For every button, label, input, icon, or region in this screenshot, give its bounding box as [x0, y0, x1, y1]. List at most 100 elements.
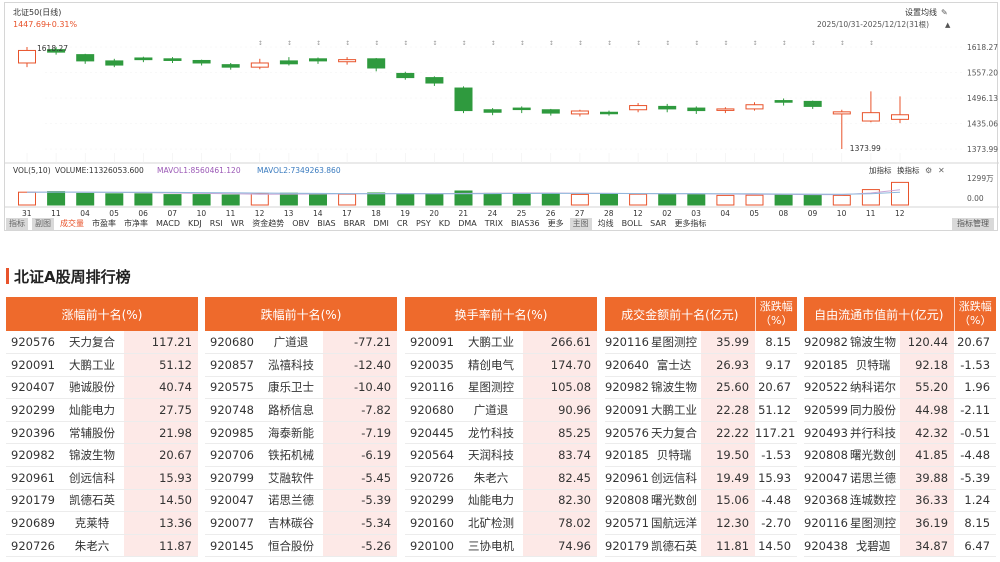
stock-name[interactable]: 贝特瑞 [846, 353, 900, 377]
stock-name[interactable]: 艾融软件 [259, 466, 323, 490]
switch-indicator-link[interactable]: 换指标 [897, 165, 920, 175]
stock-name[interactable]: 天力复合 [60, 331, 124, 355]
indicator-item[interactable]: 资金趋势 [248, 218, 288, 230]
collapse-icon[interactable]: ▲ [945, 21, 951, 29]
table-row[interactable]: 920689 克莱特 13.36 [6, 511, 199, 535]
stock-name[interactable]: 天力复合 [647, 421, 701, 445]
indicator-item[interactable]: BRAR [340, 218, 370, 230]
stock-name[interactable]: 恒合股份 [259, 534, 323, 558]
main-indicator-item[interactable]: SAR [646, 218, 670, 230]
indicator-manage-button[interactable]: 指标管理 [952, 218, 994, 230]
table-row[interactable]: 920961 创远信科 15.93 [6, 466, 199, 490]
table-row[interactable]: 920299 灿能电力 82.30 [405, 489, 598, 513]
stock-name[interactable]: 凯德石英 [60, 489, 124, 513]
table-row[interactable]: 920077 吉林碳谷 -5.34 [205, 511, 398, 535]
edit-icon[interactable]: ✎ [941, 8, 948, 17]
main-indicator-item[interactable]: 均线 [594, 218, 618, 230]
stock-name[interactable]: 康乐卫士 [259, 376, 323, 400]
table-row[interactable]: 920640 富士达 26.93 9.17 [605, 353, 798, 377]
table-row[interactable]: 920116 星图测控 35.99 8.15 [605, 331, 798, 355]
table-row[interactable]: 920100 三协电机 74.96 [405, 534, 598, 558]
stock-name[interactable]: 连城数控 [846, 489, 900, 513]
stock-name[interactable]: 曙光数创 [647, 489, 701, 513]
indicator-item[interactable]: PSY [412, 218, 435, 230]
table-row[interactable]: 920680 广道退 -77.21 [205, 331, 398, 355]
stock-name[interactable]: 星图测控 [647, 331, 701, 355]
stock-name[interactable]: 创远信科 [60, 466, 124, 490]
table-row[interactable]: 920571 国航远洋 12.30 -2.70 [605, 511, 798, 535]
table-row[interactable]: 920493 并行科技 42.32 -0.51 [804, 421, 997, 445]
indicator-item[interactable]: DMA [454, 218, 481, 230]
table-row[interactable]: 920726 朱老六 11.87 [6, 534, 199, 558]
table-row[interactable]: 920116 星图测控 105.08 [405, 376, 598, 400]
stock-name[interactable]: 锦波生物 [60, 443, 124, 468]
table-row[interactable]: 920808 曙光数创 15.06 -4.48 [605, 489, 798, 513]
stock-name[interactable]: 泓禧科技 [259, 353, 323, 377]
stock-name[interactable]: 国航远洋 [647, 511, 701, 535]
indicator-item[interactable]: KDJ [184, 218, 206, 230]
stock-name[interactable]: 铁拓机械 [259, 443, 323, 468]
table-row[interactable]: 920179 凯德石英 11.81 14.50 [605, 534, 798, 558]
indicator-item[interactable]: 成交量 [56, 218, 88, 230]
table-row[interactable]: 920982 锦波生物 25.60 20.67 [605, 376, 798, 400]
table-row[interactable]: 920982 锦波生物 120.44 20.67 [804, 331, 997, 355]
stock-name[interactable]: 富士达 [647, 353, 701, 377]
table-row[interactable]: 920396 常辅股份 21.98 [6, 421, 199, 445]
indicator-item[interactable]: CR [393, 218, 412, 230]
table-row[interactable]: 920799 艾融软件 -5.45 [205, 466, 398, 490]
stock-name[interactable]: 朱老六 [60, 534, 124, 558]
table-row[interactable]: 920438 戈碧迦 34.87 6.47 [804, 534, 997, 558]
stock-name[interactable]: 龙竹科技 [459, 421, 523, 445]
main-indicator-item[interactable]: BOLL [618, 218, 647, 230]
stock-name[interactable]: 大鹏工业 [60, 353, 124, 377]
indicator-item[interactable]: BIAS36 [507, 218, 544, 230]
stock-name[interactable]: 诺思兰德 [846, 466, 900, 490]
stock-name[interactable]: 北矿检测 [459, 511, 523, 535]
table-row[interactable]: 920599 同力股份 44.98 -2.11 [804, 398, 997, 422]
indicator-item[interactable]: RSI [206, 218, 227, 230]
subchart-tag[interactable]: 副图 [32, 218, 54, 230]
table-row[interactable]: 920857 泓禧科技 -12.40 [205, 353, 398, 377]
table-row[interactable]: 920145 恒合股份 -5.26 [205, 534, 398, 558]
stock-name[interactable]: 纳科诺尔 [846, 376, 900, 400]
table-row[interactable]: 920185 贝特瑞 19.50 -1.53 [605, 443, 798, 468]
settings-ma-link[interactable]: 设置均线 [905, 7, 937, 17]
stock-name[interactable]: 广道退 [459, 398, 523, 422]
table-row[interactable]: 920160 北矿检测 78.02 [405, 511, 598, 535]
indicator-item[interactable]: TRIX [481, 218, 507, 230]
stock-name[interactable]: 戈碧迦 [846, 534, 900, 558]
stock-name[interactable]: 星图测控 [459, 376, 523, 400]
kline-chart-svg[interactable]: 北证50(日线) 1447.69 +0.31% 设置均线 ✎ 2025/10/3… [5, 3, 999, 232]
stock-name[interactable]: 并行科技 [846, 421, 900, 445]
stock-name[interactable]: 海泰新能 [259, 421, 323, 445]
table-row[interactable]: 920522 纳科诺尔 55.20 1.96 [804, 376, 997, 400]
table-row[interactable]: 920576 天力复合 22.22 117.21 [605, 421, 798, 445]
indicator-item[interactable]: 市盈率 [88, 218, 120, 230]
table-row[interactable]: 920047 诺思兰德 -5.39 [205, 489, 398, 513]
stock-name[interactable]: 克莱特 [60, 511, 124, 535]
stock-name[interactable]: 朱老六 [459, 466, 523, 490]
main-indicator-item[interactable]: 更多指标 [670, 218, 710, 230]
stock-name[interactable]: 精创电气 [459, 353, 523, 377]
indicator-item[interactable]: MACD [152, 218, 184, 230]
table-row[interactable]: 920047 诺思兰德 39.88 -5.39 [804, 466, 997, 490]
table-row[interactable]: 920185 贝特瑞 92.18 -1.53 [804, 353, 997, 377]
stock-name[interactable]: 星图测控 [846, 511, 900, 535]
indicator-item[interactable]: BIAS [313, 218, 339, 230]
stock-name[interactable]: 贝特瑞 [647, 443, 701, 468]
table-row[interactable]: 920564 天润科技 83.74 [405, 443, 598, 468]
table-row[interactable]: 920961 创远信科 19.49 15.93 [605, 466, 798, 490]
table-row[interactable]: 920091 大鹏工业 266.61 [405, 331, 598, 355]
stock-name[interactable]: 诺思兰德 [259, 489, 323, 513]
indicator-item[interactable]: OBV [288, 218, 313, 230]
table-row[interactable]: 920576 天力复合 117.21 [6, 331, 199, 355]
stock-name[interactable]: 常辅股份 [60, 421, 124, 445]
stock-name[interactable]: 三协电机 [459, 534, 523, 558]
table-row[interactable]: 920808 曙光数创 41.85 -4.48 [804, 443, 997, 468]
indicator-item[interactable]: DMI [369, 218, 392, 230]
indicator-item[interactable]: 市净率 [120, 218, 152, 230]
table-row[interactable]: 920407 驰诚股份 40.74 [6, 376, 199, 400]
table-row[interactable]: 920706 铁拓机械 -6.19 [205, 443, 398, 468]
stock-name[interactable]: 天润科技 [459, 443, 523, 468]
indicator-item[interactable]: WR [227, 218, 248, 230]
